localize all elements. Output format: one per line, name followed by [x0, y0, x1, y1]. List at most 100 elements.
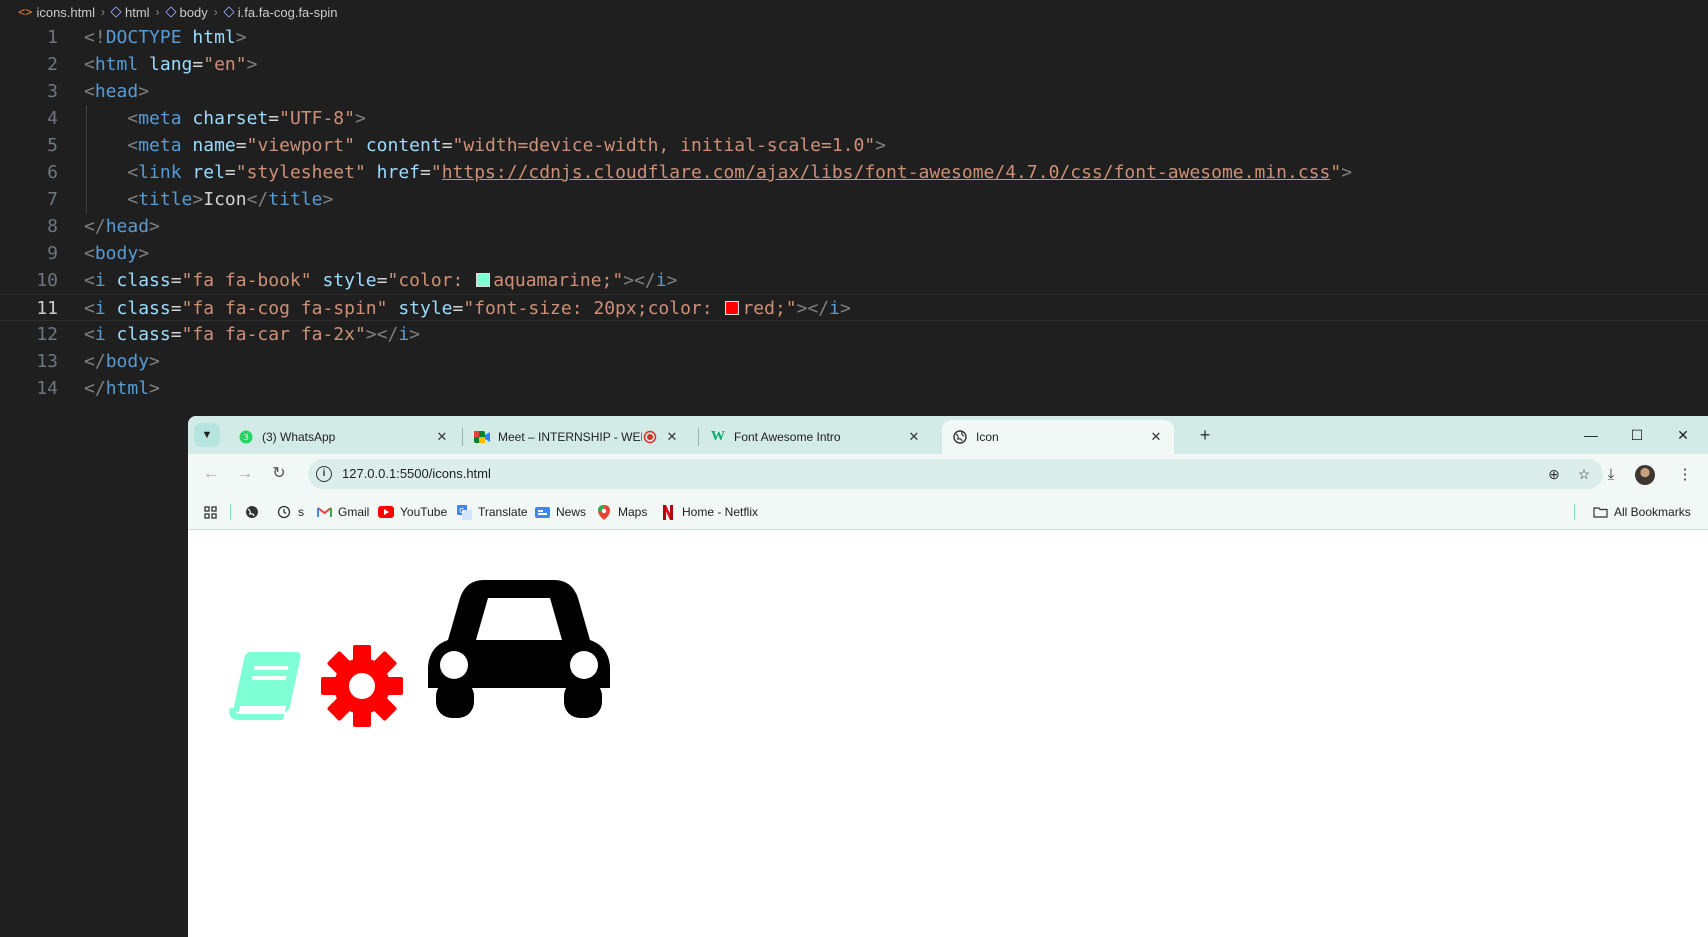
- bookmark-item[interactable]: Home - Netflix: [660, 503, 758, 521]
- new-tab-button[interactable]: +: [1194, 424, 1216, 446]
- code-line[interactable]: 9 <body>: [0, 240, 1708, 267]
- site-info-icon[interactable]: i: [316, 466, 332, 482]
- code-punctuation: >: [666, 270, 678, 291]
- code-punctuation: >: [149, 351, 160, 372]
- line-number: 1: [47, 27, 58, 48]
- avatar[interactable]: [1635, 465, 1655, 485]
- minimize-button[interactable]: —: [1580, 424, 1602, 446]
- w3schools-icon: W: [711, 429, 725, 444]
- tab-meet[interactable]: Meet – INTERNSHIP - WEB ✕: [464, 420, 690, 454]
- code-attribute: html: [192, 27, 236, 48]
- all-bookmarks-button[interactable]: All Bookmarks: [1592, 503, 1691, 521]
- close-icon[interactable]: ✕: [434, 429, 450, 445]
- color-swatch[interactable]: [725, 301, 740, 315]
- close-window-button[interactable]: ✕: [1672, 424, 1694, 446]
- code-line[interactable]: 14 </html>: [0, 375, 1708, 402]
- forward-button[interactable]: →: [234, 463, 256, 485]
- address-bar[interactable]: i 127.0.0.1:5500/icons.html ⊕ ☆: [308, 459, 1603, 489]
- code-tag-name: i: [398, 324, 410, 345]
- code-attribute: name: [192, 135, 236, 156]
- bookmark-item[interactable]: YouTube: [378, 503, 447, 521]
- tab-font-awesome-intro[interactable]: W Font Awesome Intro ✕: [700, 420, 932, 454]
- code-attribute: rel: [192, 162, 225, 183]
- color-swatch[interactable]: [476, 273, 491, 287]
- code-editor[interactable]: 1 <!DOCTYPE html> 2 <html lang="en"> 3 <head>…: [0, 24, 1708, 402]
- code-punctuation: <: [84, 270, 95, 291]
- bookmark-item[interactable]: G Translate: [456, 503, 528, 521]
- maximize-button[interactable]: ☐: [1626, 424, 1648, 446]
- tab-label: Font Awesome Intro: [734, 430, 841, 444]
- code-source: <title>Icon</title>: [84, 186, 333, 213]
- code-line[interactable]: 7 <title>Icon</title>: [0, 186, 1708, 213]
- bookmark-star-icon[interactable]: ☆: [1575, 465, 1593, 483]
- code-text: =: [170, 324, 182, 345]
- code-line[interactable]: 12 <i class="fa fa-car fa-2x"></i>: [0, 321, 1708, 348]
- code-text: =: [170, 298, 182, 319]
- tab-icon[interactable]: Icon ✕: [942, 420, 1174, 454]
- close-icon[interactable]: ✕: [906, 429, 922, 445]
- code-source: <i class="fa fa-car fa-2x"></i>: [84, 321, 420, 348]
- code-punctuation: <: [127, 135, 139, 156]
- code-punctuation: >: [235, 27, 247, 48]
- code-tag-name: head: [94, 81, 139, 102]
- tab-whatsapp[interactable]: 3 (3) WhatsApp ✕: [228, 420, 460, 454]
- breadcrumb-item-html[interactable]: html: [110, 5, 150, 20]
- code-punctuation: </: [84, 378, 106, 399]
- code-line[interactable]: 1 <!DOCTYPE html>: [0, 24, 1708, 51]
- code-line[interactable]: 13 </body>: [0, 348, 1708, 375]
- whatsapp-icon: 3: [238, 429, 254, 445]
- code-source: <!DOCTYPE html>: [84, 24, 247, 51]
- code-attribute: class: [116, 298, 171, 319]
- code-source: <i class="fa fa-cog fa-spin" style="font…: [84, 295, 851, 322]
- back-button[interactable]: ←: [200, 463, 222, 485]
- breadcrumb-item-file[interactable]: <> icons.html: [18, 5, 95, 20]
- close-icon[interactable]: ✕: [1148, 429, 1164, 445]
- reload-button[interactable]: ↻: [268, 463, 290, 485]
- code-punctuation: ></: [365, 324, 399, 345]
- bookmark-item[interactable]: Maps: [596, 503, 647, 521]
- code-punctuation: <: [84, 324, 95, 345]
- code-source: <link rel="stylesheet" href="https://cdn…: [84, 159, 1352, 186]
- recording-icon: [642, 429, 658, 445]
- zoom-icon[interactable]: ⊕: [1545, 465, 1563, 483]
- code-line[interactable]: 6 <link rel="stylesheet" href="https://c…: [0, 159, 1708, 186]
- code-line[interactable]: 4 <meta charset="UTF-8">: [0, 105, 1708, 132]
- code-line[interactable]: 11 <i class="fa fa-cog fa-spin" style="fo…: [0, 294, 1708, 321]
- bookmark-item[interactable]: [244, 503, 266, 521]
- code-line[interactable]: 8 </head>: [0, 213, 1708, 240]
- close-icon[interactable]: ✕: [664, 429, 680, 445]
- code-punctuation: >: [322, 189, 334, 210]
- code-punctuation: >: [192, 189, 204, 210]
- breadcrumb-item-element[interactable]: i.fa.fa-cog.fa-spin: [223, 5, 337, 20]
- breadcrumb-item-body[interactable]: body: [164, 5, 208, 20]
- code-punctuation: <: [127, 189, 139, 210]
- menu-icon[interactable]: ⋮: [1674, 464, 1696, 486]
- bookmark-item[interactable]: Gmail: [316, 503, 369, 521]
- code-source: <head>: [84, 78, 149, 105]
- line-number: 14: [36, 378, 58, 399]
- code-attribute: href: [376, 162, 421, 183]
- book-icon: [229, 652, 301, 720]
- svg-text:G: G: [459, 507, 464, 515]
- apps-button[interactable]: [202, 503, 224, 521]
- url-text[interactable]: 127.0.0.1:5500/icons.html: [342, 466, 491, 481]
- code-line[interactable]: 3 <head>: [0, 78, 1708, 105]
- tab-search-button[interactable]: ▼: [194, 423, 220, 447]
- download-icon[interactable]: ⤓: [1600, 464, 1622, 486]
- bookmark-item[interactable]: News: [534, 503, 586, 521]
- line-number: 3: [47, 81, 58, 102]
- code-string: "stylesheet": [235, 162, 366, 183]
- code-line[interactable]: 10 <i class="fa fa-book" style="color: aq…: [0, 267, 1708, 294]
- code-line[interactable]: 2 <html lang="en">: [0, 51, 1708, 78]
- code-line[interactable]: 5 <meta name="viewport" content="width=d…: [0, 132, 1708, 159]
- line-number: 9: [47, 243, 58, 264]
- bookmark-item[interactable]: s: [276, 503, 304, 521]
- code-link[interactable]: https://cdnjs.cloudflare.com/ajax/libs/f…: [442, 162, 1331, 183]
- bookmarks-bar: s Gmail YouTube G Translate News Maps Home - Ne…: [188, 494, 1708, 530]
- tab-label: (3) WhatsApp: [262, 430, 336, 444]
